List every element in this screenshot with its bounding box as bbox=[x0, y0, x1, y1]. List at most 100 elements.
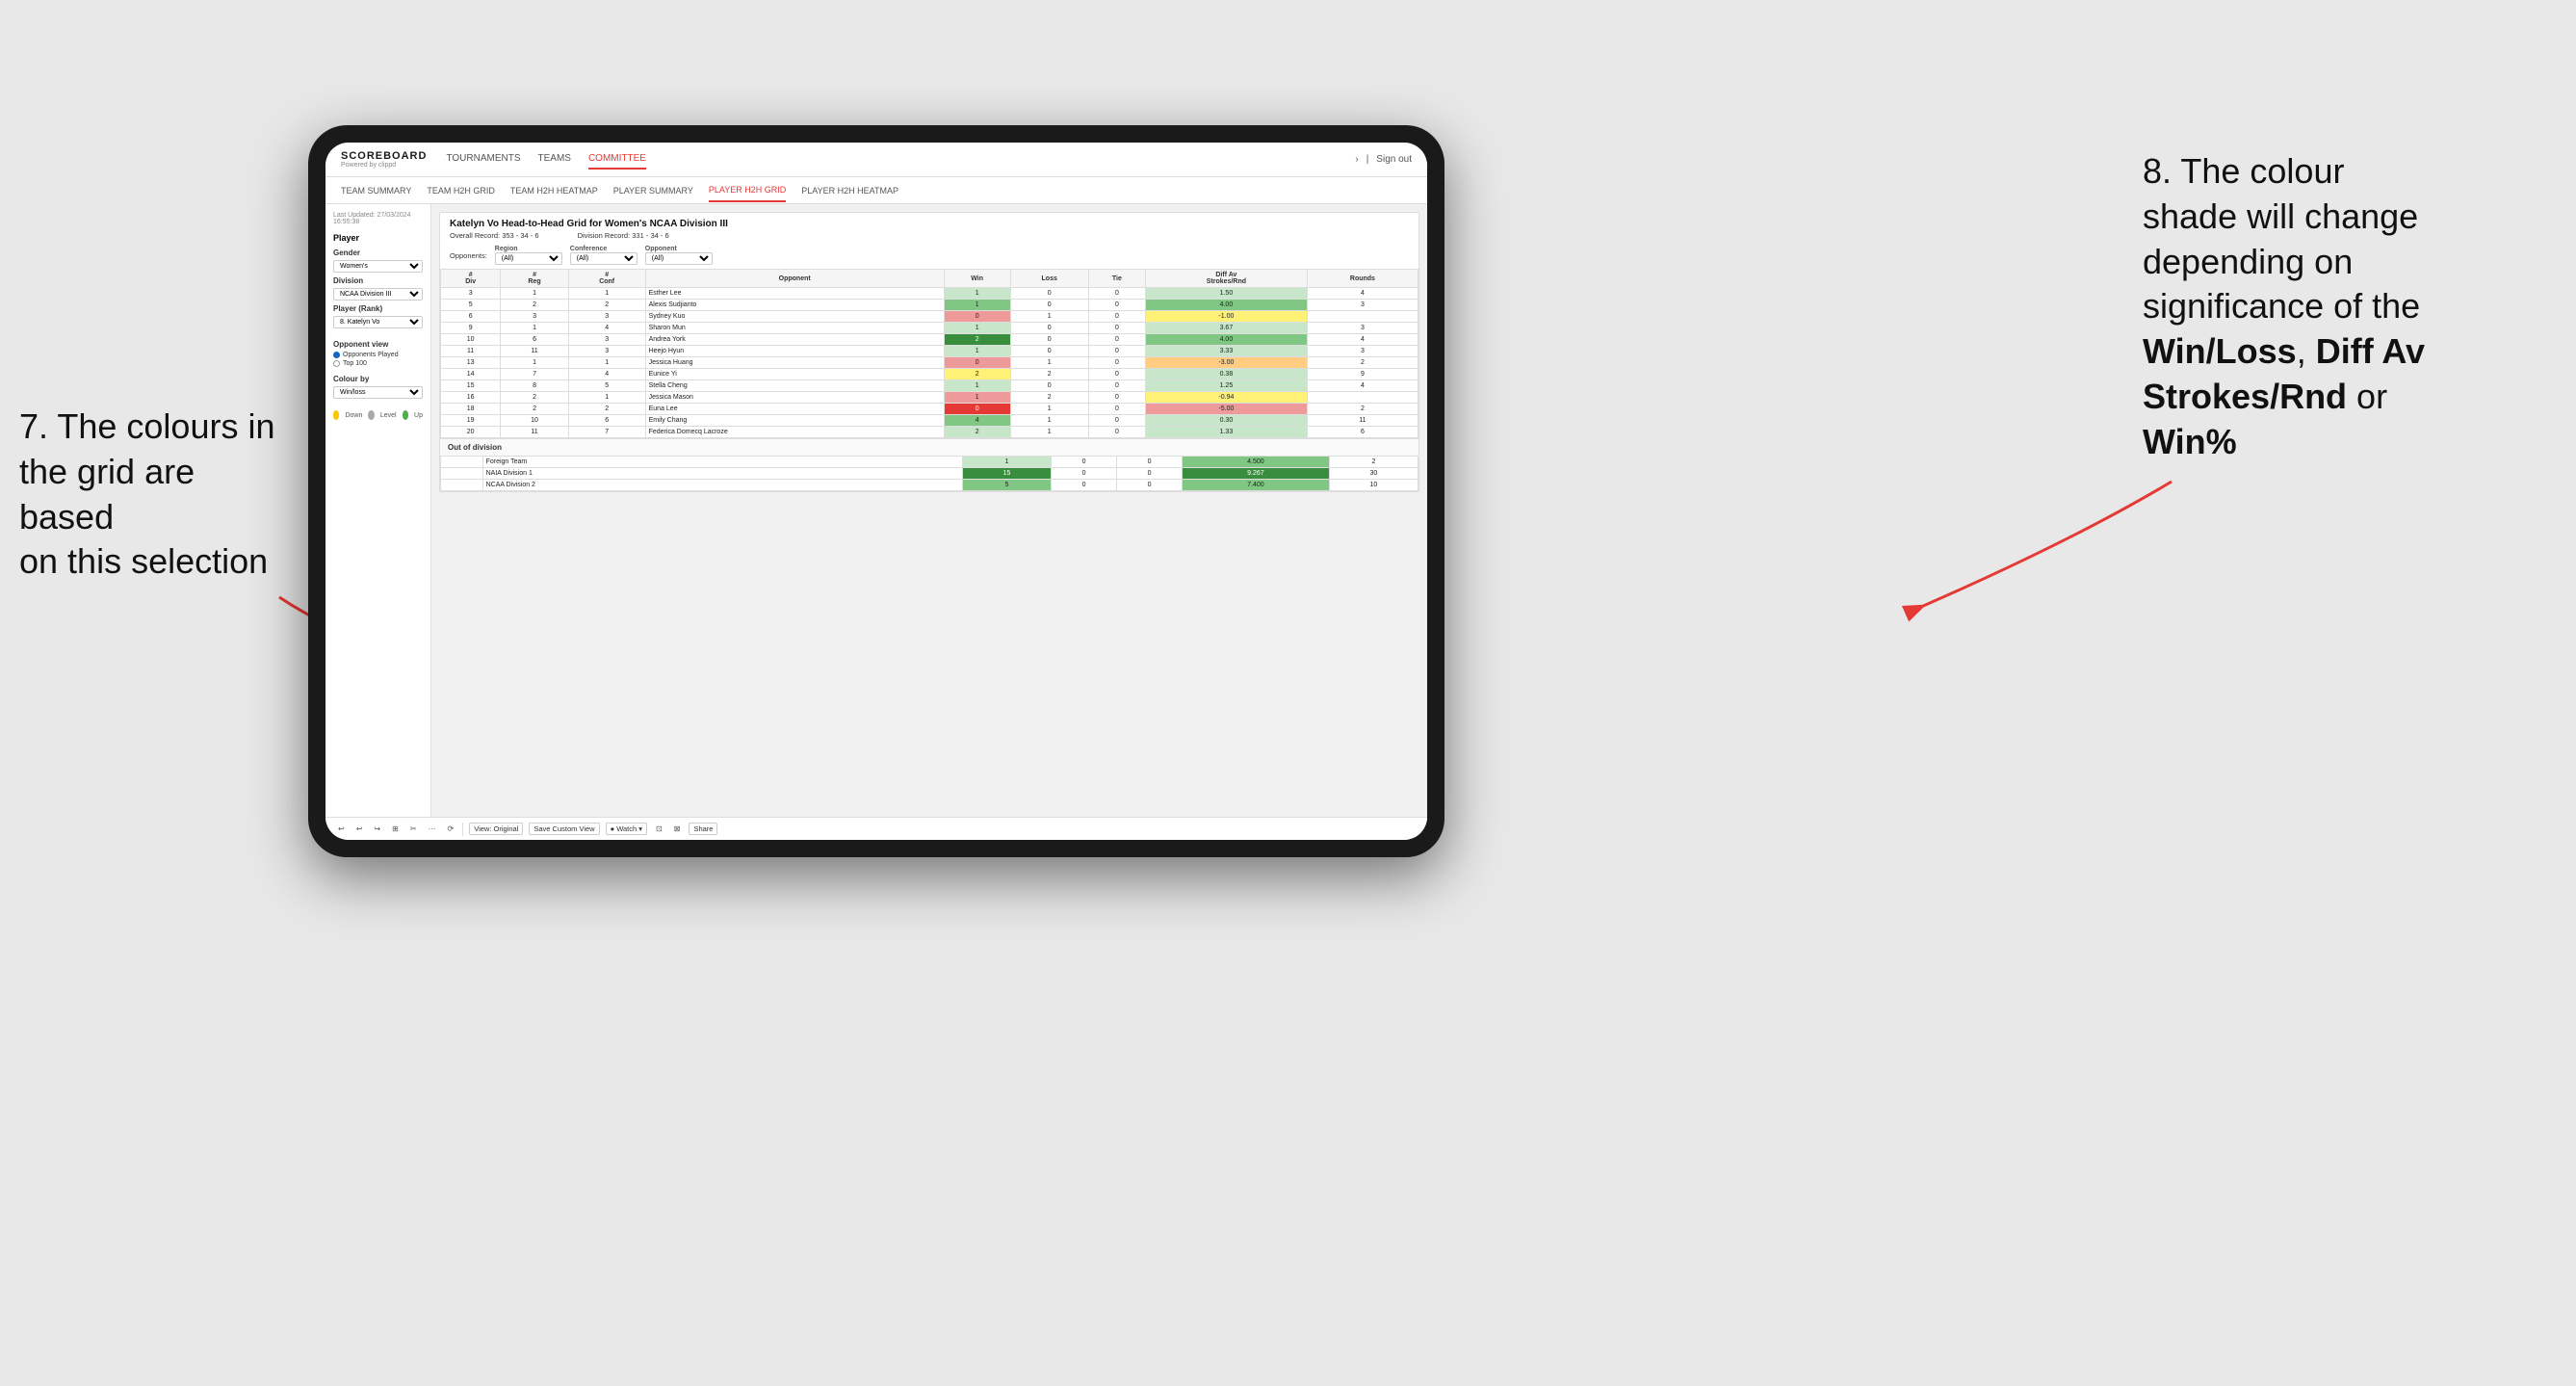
col-conf: #Conf bbox=[568, 270, 645, 288]
ood-cell-tie: 0 bbox=[1117, 457, 1183, 468]
annotation-left: 7. The colours in the grid are based on … bbox=[19, 405, 289, 585]
cell-opponent: Euna Lee bbox=[645, 404, 944, 415]
cell-opponent: Sydney Kuo bbox=[645, 311, 944, 323]
cell-opponent: Sharon Mun bbox=[645, 323, 944, 334]
cell-conf: 7 bbox=[568, 427, 645, 438]
cut-button[interactable]: ✂ bbox=[407, 824, 420, 834]
cell-loss: 0 bbox=[1010, 300, 1088, 311]
more-button[interactable]: ··· bbox=[426, 824, 439, 834]
cell-diff: -5.00 bbox=[1145, 404, 1307, 415]
out-of-division-table: Foreign Team 1 0 0 4.500 2 NAIA Division… bbox=[440, 456, 1418, 491]
bottom-toolbar: ↩ ↩ ↪ ⊞ ✂ ··· ⟳ View: Original Save Cust… bbox=[325, 817, 1427, 840]
colour-by-section: Colour by Win/loss bbox=[333, 375, 423, 403]
ood-table-row: NAIA Division 1 15 0 0 9.267 30 bbox=[441, 468, 1418, 480]
cell-rounds: 3 bbox=[1307, 323, 1418, 334]
logo: SCOREBOARD Powered by clippd bbox=[341, 150, 427, 169]
save-custom-view-button[interactable]: Save Custom View bbox=[529, 823, 599, 835]
undo2-button[interactable]: ↩ bbox=[353, 824, 366, 834]
cell-diff: -0.94 bbox=[1145, 392, 1307, 404]
ood-cell-rounds: 10 bbox=[1329, 480, 1418, 491]
cell-reg: 2 bbox=[501, 300, 568, 311]
cell-loss: 1 bbox=[1010, 404, 1088, 415]
ood-table-row: Foreign Team 1 0 0 4.500 2 bbox=[441, 457, 1418, 468]
cell-opponent: Esther Lee bbox=[645, 288, 944, 300]
subnav-team-summary[interactable]: TEAM SUMMARY bbox=[341, 180, 411, 201]
cell-diff: 3.67 bbox=[1145, 323, 1307, 334]
region-filter-select[interactable]: (All) bbox=[495, 252, 562, 265]
cell-opponent: Emily Chang bbox=[645, 415, 944, 427]
conference-filter-select[interactable]: (All) bbox=[570, 252, 637, 265]
cell-loss: 1 bbox=[1010, 311, 1088, 323]
cell-div: 15 bbox=[441, 380, 501, 392]
filter-row: Opponents: Region (All) Conference (All) bbox=[440, 242, 1418, 269]
gender-select[interactable]: Women's bbox=[333, 260, 423, 273]
watch-button[interactable]: ● Watch ▾ bbox=[606, 823, 647, 835]
subnav-player-summary[interactable]: PLAYER SUMMARY bbox=[613, 180, 693, 201]
cell-conf: 4 bbox=[568, 323, 645, 334]
cell-tie: 0 bbox=[1088, 427, 1145, 438]
cell-reg: 10 bbox=[501, 415, 568, 427]
cell-win: 4 bbox=[944, 415, 1010, 427]
radio-opponents-played[interactable]: Opponents Played bbox=[333, 352, 423, 358]
share-icon-button[interactable]: ⊠ bbox=[671, 824, 684, 834]
cell-rounds bbox=[1307, 311, 1418, 323]
cell-div: 6 bbox=[441, 311, 501, 323]
subnav-team-h2h-heatmap[interactable]: TEAM H2H HEATMAP bbox=[510, 180, 598, 201]
nav-committee[interactable]: COMMITTEE bbox=[588, 149, 646, 170]
ood-cell-opponent: NCAA Division 2 bbox=[482, 480, 962, 491]
cell-div: 5 bbox=[441, 300, 501, 311]
cell-div: 13 bbox=[441, 357, 501, 369]
cell-rounds: 6 bbox=[1307, 427, 1418, 438]
sign-out-button[interactable]: Sign out bbox=[1376, 150, 1412, 169]
cell-div: 18 bbox=[441, 404, 501, 415]
cell-reg: 1 bbox=[501, 357, 568, 369]
view-original-button[interactable]: View: Original bbox=[469, 823, 523, 835]
share-button[interactable]: Share bbox=[689, 823, 717, 835]
cell-rounds: 2 bbox=[1307, 357, 1418, 369]
nav-teams[interactable]: TEAMS bbox=[538, 149, 571, 170]
undo-button[interactable]: ↩ bbox=[335, 824, 348, 834]
ood-cell-rounds: 2 bbox=[1329, 457, 1418, 468]
player-section: Player Gender Women's Division NCAA Divi… bbox=[333, 233, 423, 332]
cell-tie: 0 bbox=[1088, 334, 1145, 346]
cell-reg: 2 bbox=[501, 392, 568, 404]
cell-rounds: 3 bbox=[1307, 346, 1418, 357]
subnav-player-h2h-heatmap[interactable]: PLAYER H2H HEATMAP bbox=[801, 180, 898, 201]
subnav-team-h2h-grid[interactable]: TEAM H2H GRID bbox=[427, 180, 495, 201]
cell-win: 1 bbox=[944, 288, 1010, 300]
player-rank-select[interactable]: 8. Katelyn Vo bbox=[333, 316, 423, 328]
cell-win: 1 bbox=[944, 323, 1010, 334]
cell-reg: 3 bbox=[501, 311, 568, 323]
cell-tie: 0 bbox=[1088, 288, 1145, 300]
cell-win: 1 bbox=[944, 300, 1010, 311]
cell-div: 9 bbox=[441, 323, 501, 334]
cell-loss: 0 bbox=[1010, 323, 1088, 334]
ood-cell-win: 1 bbox=[962, 457, 1051, 468]
cell-conf: 2 bbox=[568, 300, 645, 311]
opponent-filter-select[interactable]: (All) bbox=[645, 252, 713, 265]
table-row: 6 3 3 Sydney Kuo 0 1 0 -1.00 bbox=[441, 311, 1418, 323]
table-row: 9 1 4 Sharon Mun 1 0 0 3.67 3 bbox=[441, 323, 1418, 334]
data-table: #Div #Reg #Conf Opponent Win Loss Tie Di… bbox=[440, 269, 1418, 438]
cell-diff: 1.25 bbox=[1145, 380, 1307, 392]
tablet-screen: SCOREBOARD Powered by clippd TOURNAMENTS… bbox=[325, 143, 1427, 840]
layout-button[interactable]: ⊡ bbox=[653, 824, 665, 834]
cell-loss: 1 bbox=[1010, 357, 1088, 369]
table-row: 14 7 4 Eunice Yi 2 2 0 0.38 9 bbox=[441, 369, 1418, 380]
grid-button[interactable]: ⊞ bbox=[389, 824, 402, 834]
nav-tournaments[interactable]: TOURNAMENTS bbox=[446, 149, 520, 170]
division-select[interactable]: NCAA Division III bbox=[333, 288, 423, 301]
redo-button[interactable]: ↪ bbox=[371, 824, 383, 834]
cell-div: 14 bbox=[441, 369, 501, 380]
table-row: 5 2 2 Alexis Sudjianto 1 0 0 4.00 3 bbox=[441, 300, 1418, 311]
refresh-button[interactable]: ⟳ bbox=[445, 824, 457, 834]
cell-reg: 1 bbox=[501, 288, 568, 300]
table-row: 13 1 1 Jessica Huang 0 1 0 -3.00 2 bbox=[441, 357, 1418, 369]
cell-loss: 0 bbox=[1010, 346, 1088, 357]
subnav-player-h2h-grid[interactable]: PLAYER H2H GRID bbox=[709, 179, 786, 202]
col-loss: Loss bbox=[1010, 270, 1088, 288]
radio-top-100[interactable]: Top 100 bbox=[333, 360, 423, 367]
cell-win: 1 bbox=[944, 380, 1010, 392]
colour-by-select[interactable]: Win/loss bbox=[333, 386, 423, 399]
ood-cell-win: 15 bbox=[962, 468, 1051, 480]
